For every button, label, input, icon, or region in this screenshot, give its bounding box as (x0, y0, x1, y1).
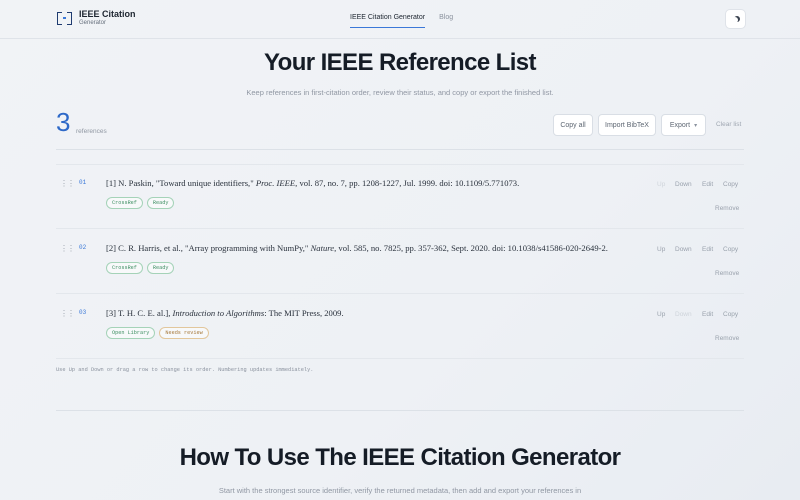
citation-venue: Introduction to Algorithms (172, 308, 265, 318)
copy-button[interactable]: Copy (723, 181, 738, 188)
citation-details: , vol. 585, no. 7825, pp. 357-362, Sept.… (334, 243, 608, 253)
status-badge: Ready (146, 197, 175, 209)
chevron-down-icon: ▾ (694, 122, 698, 129)
source-badge: CrossRef (106, 262, 143, 274)
reference-count-label: references (76, 128, 107, 135)
brand-text: IEEE Citation Generator (79, 9, 136, 27)
reference-row[interactable]: ⋮⋮ 03 [3] T. H. C. E. al.], Introduction… (56, 294, 744, 358)
drag-handle-icon[interactable]: ⋮⋮ (60, 179, 75, 188)
move-down-button[interactable]: Down (675, 311, 692, 318)
reference-number: 03 (79, 309, 87, 316)
citation-text: [1] N. Paskin, "Toward unique identifier… (106, 178, 256, 188)
page-subtitle: Keep references in first-citation order,… (246, 88, 554, 97)
drag-handle-icon[interactable]: ⋮⋮ (60, 244, 75, 253)
main-nav: IEEE Citation Generator Blog (350, 14, 467, 28)
theme-toggle-button[interactable] (725, 9, 746, 29)
citation-venue: Proc. IEEE (255, 178, 296, 188)
copy-button[interactable]: Copy (723, 311, 738, 318)
remove-button[interactable]: Remove (715, 270, 739, 277)
import-bibtex-button[interactable]: Import BibTeX (598, 114, 656, 136)
divider (56, 149, 744, 150)
reorder-hint: Use Up and Down or drag a row to change … (56, 367, 314, 373)
status-badge: Ready (146, 262, 175, 274)
howto-subtitle: Start with the strongest source identifi… (218, 486, 582, 495)
bracket-logo-icon (57, 11, 72, 25)
nav-link-generator[interactable]: IEEE Citation Generator (350, 14, 426, 28)
citation-text: [3] T. H. C. E. al.], (106, 308, 173, 318)
top-bar: IEEE Citation Generator IEEE Citation Ge… (0, 0, 800, 39)
reference-count: 3 (56, 107, 71, 137)
move-down-button[interactable]: Down (675, 181, 692, 188)
clear-list-link[interactable]: Clear list (716, 121, 741, 128)
move-up-button[interactable]: Up (657, 311, 665, 318)
status-badges: Open Library Needs review (106, 327, 213, 339)
move-up-button[interactable]: Up (657, 246, 665, 253)
brand-subtitle: Generator (79, 20, 107, 26)
copy-all-button[interactable]: Copy all (553, 114, 593, 136)
page-title: Your IEEE Reference List (264, 49, 537, 76)
reference-citation: [2] C. R. Harris, et al., "Array program… (106, 243, 646, 253)
section-divider (56, 410, 744, 411)
move-up-button[interactable]: Up (657, 181, 665, 188)
edit-button[interactable]: Edit (702, 311, 713, 318)
reference-row[interactable]: ⋮⋮ 01 [1] N. Paskin, "Toward unique iden… (56, 164, 744, 228)
moon-icon (732, 17, 738, 23)
reference-number: 01 (79, 179, 87, 186)
brand-title: IEEE Citation (79, 9, 136, 19)
edit-button[interactable]: Edit (702, 246, 713, 253)
drag-handle-icon[interactable]: ⋮⋮ (60, 309, 75, 318)
howto-title: How To Use The IEEE Citation Generator (179, 444, 621, 471)
reference-row[interactable]: ⋮⋮ 02 [2] C. R. Harris, et al., "Array p… (56, 229, 744, 293)
row-divider (56, 358, 744, 359)
citation-text: [2] C. R. Harris, et al., "Array program… (106, 243, 311, 253)
edit-button[interactable]: Edit (702, 181, 713, 188)
status-badges: CrossRef Ready (106, 262, 178, 274)
citation-details: : The MIT Press, 2009. (264, 308, 344, 318)
remove-button[interactable]: Remove (715, 205, 739, 212)
nav-link-blog[interactable]: Blog (439, 14, 453, 28)
export-button-label: Export (669, 121, 691, 129)
status-badges: CrossRef Ready (106, 197, 178, 209)
citation-venue: Nature (310, 243, 335, 253)
move-down-button[interactable]: Down (675, 246, 692, 253)
reference-number: 02 (79, 244, 87, 251)
source-badge: Open Library (106, 327, 156, 339)
source-badge: CrossRef (106, 197, 143, 209)
copy-button[interactable]: Copy (723, 246, 738, 253)
reference-citation: [1] N. Paskin, "Toward unique identifier… (106, 178, 646, 188)
brand[interactable]: IEEE Citation Generator (57, 9, 136, 27)
export-button[interactable]: Export ▾ (661, 114, 706, 136)
remove-button[interactable]: Remove (715, 335, 739, 342)
status-badge: Needs review (159, 327, 209, 339)
reference-citation: [3] T. H. C. E. al.], Introduction to Al… (106, 308, 646, 318)
citation-details: , vol. 87, no. 7, pp. 1208-1227, Jul. 19… (295, 178, 520, 188)
